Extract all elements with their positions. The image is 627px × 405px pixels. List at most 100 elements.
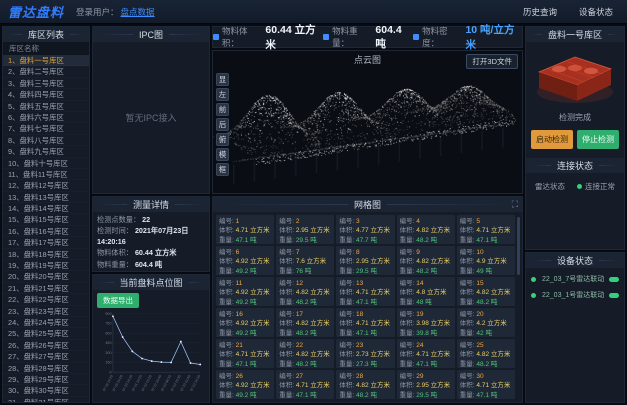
inventory-data-link[interactable]: 盘点数据 — [121, 7, 155, 17]
cell-label: 体积: — [219, 320, 236, 327]
sidebar-item-area[interactable]: 10、盘料十号库区 — [3, 158, 89, 169]
sidebar-item-area[interactable]: 26、盘料26号库区 — [3, 340, 89, 351]
weight-label: 物料重量： — [332, 25, 372, 49]
sidebar-item-area[interactable]: 13、盘料13号库区 — [3, 192, 89, 203]
sidebar-item-area[interactable]: 31、盘料31号库区 — [3, 397, 89, 402]
sidebar-item-area[interactable]: 22、盘料22号库区 — [3, 294, 89, 305]
cell-line: 编号: 4 — [400, 217, 452, 226]
cell-line: 编号: 12 — [279, 279, 331, 288]
cell-value: 48.2 吨 — [296, 330, 317, 337]
detail-rows: 检测点数量： 22检测时间： 2021年07月23日 14:20:16物料体积：… — [93, 212, 209, 273]
open-3d-file-button[interactable]: 打开3D文件 — [466, 54, 518, 69]
svg-text:0: 0 — [109, 370, 111, 374]
sidebar-item-area[interactable]: 21、盘料21号库区 — [3, 283, 89, 294]
cloud-view-tool-button[interactable]: 模 — [216, 148, 229, 161]
cell-label: 重量: — [339, 237, 356, 244]
cell-value: 8 — [356, 249, 360, 256]
sidebar-item-area[interactable]: 6、盘料六号库区 — [3, 112, 89, 123]
cell-value: 4 — [416, 218, 420, 225]
sidebar-item-area[interactable]: 24、盘料24号库区 — [3, 317, 89, 328]
sidebar-item-area[interactable]: 15、盘料15号库区 — [3, 214, 89, 225]
detail-title-text: 测量详情 — [133, 198, 169, 211]
cell-value: 16 — [236, 311, 243, 318]
cloud-view-tool-button[interactable]: 前 — [216, 103, 229, 116]
grid-cells: 编号: 1体积: 4.71 立方米重量: 47.1 吨编号: 2体积: 2.95… — [213, 212, 522, 402]
cell-line: 重量: 39.8 吨 — [400, 329, 452, 337]
cell-label: 体积: — [339, 351, 356, 358]
cell-line: 编号: 21 — [219, 341, 271, 350]
sidebar-item-area[interactable]: 23、盘料23号库区 — [3, 306, 89, 317]
sidebar-item-area[interactable]: 4、盘料四号库区 — [3, 89, 89, 100]
sidebar-item-area[interactable]: 17、盘料17号库区 — [3, 237, 89, 248]
cell-line: 编号: 7 — [279, 248, 331, 257]
sidebar-item-area[interactable]: 1、盘料一号库区 — [3, 55, 89, 66]
pointcloud-canvas[interactable] — [213, 51, 522, 193]
grid-scrollbar[interactable] — [517, 217, 520, 275]
cloud-view-tool-button[interactable]: 框 — [216, 163, 229, 176]
cell-label: 编号: — [339, 342, 356, 349]
sidebar-item-area[interactable]: 16、盘料16号库区 — [3, 226, 89, 237]
cell-label: 编号: — [279, 280, 296, 287]
cell-label: 体积: — [460, 258, 477, 265]
sidebar-item-area[interactable]: 20、盘料20号库区 — [3, 271, 89, 282]
sidebar-item-area[interactable]: 9、盘料九号库区 — [3, 146, 89, 157]
sidebar-item-area[interactable]: 19、盘料19号库区 — [3, 260, 89, 271]
cloud-view-tool-button[interactable]: 显 — [216, 73, 229, 86]
cell-line: 重量: 48.2 吨 — [400, 236, 452, 244]
cell-value: 13 — [356, 280, 363, 287]
cloud-view-tool-button[interactable]: 俯 — [216, 133, 229, 146]
cell-line: 重量: 48 吨 — [400, 298, 452, 306]
cell-value: 47.1 吨 — [476, 392, 497, 399]
sidebar-item-area[interactable]: 2、盘料二号库区 — [3, 66, 89, 77]
device-status-button[interactable]: 设备状态 — [573, 3, 619, 21]
sidebar-item-area[interactable]: 8、盘料八号库区 — [3, 135, 89, 146]
sidebar-item-area[interactable]: 27、盘料27号库区 — [3, 351, 89, 362]
cell-line: 重量: 48.2 吨 — [460, 360, 512, 368]
detection-buttons: 启动检测 停止检测 — [526, 130, 624, 158]
cell-line: 编号: 15 — [460, 279, 512, 288]
cloud-view-tool-button[interactable]: 后 — [216, 118, 229, 131]
grid-cell: 编号: 7体积: 7.6 立方米重量: 76 吨 — [276, 246, 334, 275]
cell-value: 47.1 吨 — [416, 361, 437, 368]
detail-row: 检测点数量： 22 — [97, 215, 205, 225]
cell-label: 体积: — [219, 289, 236, 296]
grid-cell: 编号: 21体积: 4.71 立方米重量: 47.1 吨 — [216, 339, 274, 368]
cloud-view-tool-button[interactable]: 左 — [216, 88, 229, 101]
sidebar-item-area[interactable]: 28、盘料28号库区 — [3, 363, 89, 374]
cell-line: 体积: 2.95 立方米 — [339, 257, 391, 266]
cell-line: 体积: 4.71 立方米 — [339, 319, 391, 328]
cell-line: 体积: 4.82 立方米 — [279, 319, 331, 328]
cell-line: 体积: 4.2 立方米 — [460, 319, 512, 328]
sidebar-item-area[interactable]: 30、盘料30号库区 — [3, 385, 89, 396]
sidebar-item-area[interactable]: 12、盘料12号库区 — [3, 180, 89, 191]
sidebar-item-area[interactable]: 14、盘料14号库区 — [3, 203, 89, 214]
start-detection-button[interactable]: 启动检测 — [531, 130, 573, 149]
sidebar-item-area[interactable]: 5、盘料五号库区 — [3, 101, 89, 112]
data-export-button[interactable]: 数据导出 — [97, 293, 139, 308]
cell-line: 重量: 29.5 吨 — [279, 236, 331, 244]
sidebar-item-area[interactable]: 11、盘料11号库区 — [3, 169, 89, 180]
grid-cell: 编号: 4体积: 4.82 立方米重量: 48.2 吨 — [397, 215, 455, 244]
current-area-panel: 盘料一号库区 检测完成 — [525, 26, 625, 250]
sidebar-item-area[interactable]: 3、盘料三号库区 — [3, 78, 89, 89]
area-title: 盘料一号库区 — [526, 27, 624, 42]
cell-line: 重量: 49.2 吨 — [219, 391, 271, 399]
cell-value: 4.8 立方米 — [416, 289, 446, 296]
sidebar-item-area[interactable]: 7、盘料七号库区 — [3, 123, 89, 134]
stat-weight: 物料重量： 604.4 吨 — [323, 24, 413, 51]
cell-line: 体积: 2.95 立方米 — [400, 381, 452, 390]
cell-line: 重量: 76 吨 — [279, 267, 331, 275]
expand-icon[interactable]: ⛶ — [512, 199, 518, 210]
pointcloud-panel: 点云图 打开3D文件 显左前后俯模框 — [212, 50, 523, 194]
sidebar-item-area[interactable]: 25、盘料25号库区 — [3, 328, 89, 339]
sidebar-item-area[interactable]: 29、盘料29号库区 — [3, 374, 89, 385]
history-query-button[interactable]: 历史查询 — [517, 3, 563, 21]
cell-value: 22 — [296, 342, 303, 349]
detail-row-label: 物料体积： — [97, 248, 135, 257]
warehouse-3d-model — [533, 50, 617, 108]
device-list: 22_03_7号雷达联动22_03_1号雷达联动 — [526, 268, 624, 306]
sidebar-item-area[interactable]: 18、盘料18号库区 — [3, 249, 89, 260]
stop-detection-button[interactable]: 停止检测 — [577, 130, 619, 149]
cell-value: 2.95 立方米 — [296, 227, 330, 234]
device-label: 22_03_7号雷达联动 — [542, 274, 604, 284]
